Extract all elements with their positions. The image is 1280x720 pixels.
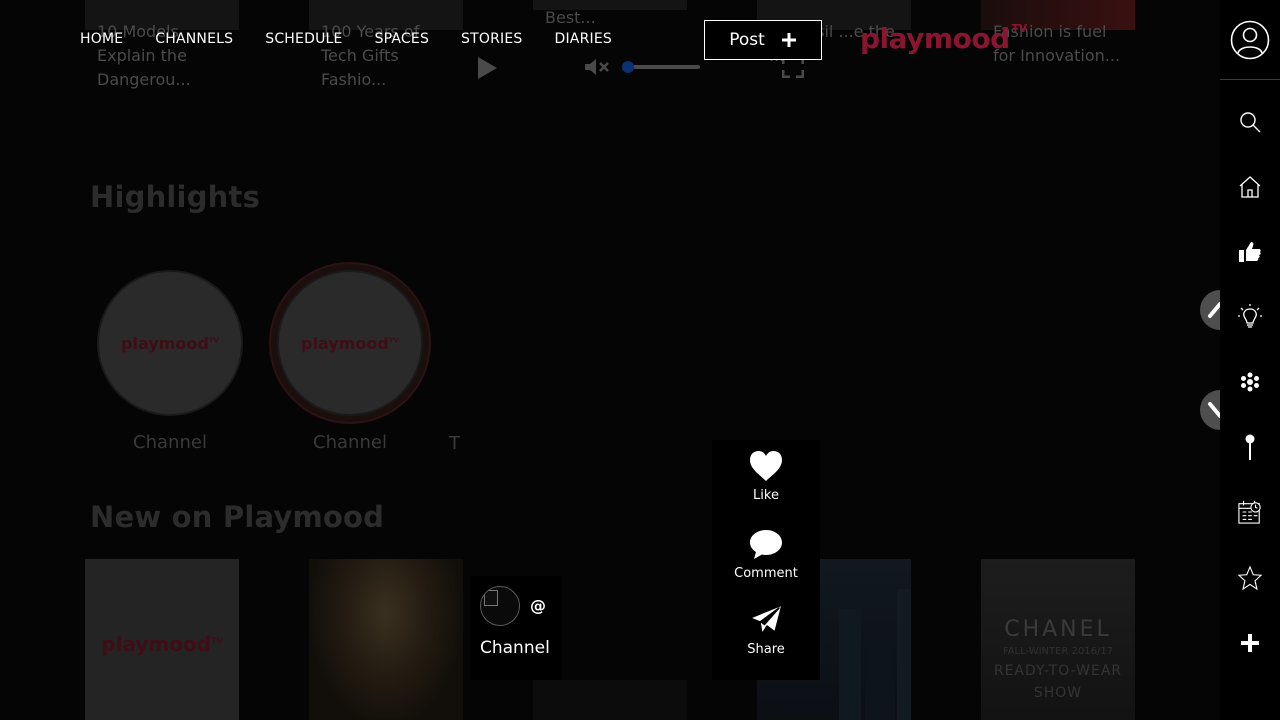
channel-name[interactable]: Channel [480,638,550,658]
tile-line-text: SHOW [1033,685,1083,701]
sidebar-divider [1220,79,1280,80]
highlight-avatar: playmoodTV [277,270,423,416]
plus-icon [781,33,796,47]
comment-button[interactable]: Comment [712,528,820,581]
highlights-heading: Highlights [90,180,261,214]
broken-image-icon [484,590,498,606]
video-tile[interactable]: playmoodTV [85,559,239,720]
background-page: 10 Models Explain the Dangerou... 100 Ye… [0,0,1220,720]
carousel-next-button[interactable] [1200,290,1220,330]
calendar-icon[interactable] [1238,500,1262,524]
star-icon[interactable] [1238,565,1262,591]
right-sidebar [1220,0,1280,720]
playmood-logo: playmoodTV [101,632,223,656]
thumbs-up-icon[interactable] [1238,240,1262,264]
mute-icon[interactable] [584,57,610,81]
highlight-label: Channel [133,432,207,453]
snowflake-icon[interactable] [1238,370,1262,394]
volume-slider-handle[interactable] [622,61,634,73]
pin-icon[interactable] [1238,434,1262,460]
video-title: Who is the Best... [545,0,630,27]
brand-logo[interactable]: playmood TV [860,22,1027,55]
video-tile[interactable] [533,680,687,720]
share-button[interactable]: Share [712,604,820,657]
share-label: Share [747,642,785,657]
video-actions-panel: Like Comment Share [712,440,820,680]
search-icon[interactable] [1238,110,1262,134]
channel-info: @ Channel [470,576,562,680]
video-tile[interactable]: CHANEL FALL-WINTER 2016/17 READY-TO-WEAR… [981,559,1135,720]
plus-icon[interactable] [1238,631,1262,655]
like-label: Like [753,488,779,503]
channel-handle[interactable]: @ [530,596,546,615]
video-tile[interactable] [309,559,463,720]
highlight-label: Channel [313,432,387,453]
user-avatar-icon[interactable] [1230,20,1270,60]
heart-icon [750,451,782,481]
nav-diaries[interactable]: DIARIES [555,31,612,47]
playmood-logo: playmoodTV [121,333,219,353]
channel-avatar[interactable] [480,586,520,626]
comment-icon [750,530,782,559]
paper-plane-icon [749,604,783,635]
post-button[interactable]: Post [704,20,822,60]
lightbulb-icon[interactable] [1238,304,1262,329]
comment-label: Comment [734,566,798,581]
tile-brand-text: CHANEL [1004,617,1112,642]
playmood-logo: playmoodTV [301,333,399,353]
highlight-label-truncated: T [449,433,460,454]
carousel-prev-button[interactable] [1200,390,1220,430]
nav-schedule[interactable]: SCHEDULE [265,31,342,47]
play-icon[interactable] [476,56,498,84]
nav-home[interactable]: HOME [80,31,123,47]
nav-spaces[interactable]: SPACES [375,31,429,47]
video-card[interactable]: Who is the Best... [533,0,687,30]
nav-stories[interactable]: STORIES [461,31,522,47]
new-on-playmood-heading: New on Playmood [90,500,385,534]
tile-line-text: READY-TO-WEAR [993,663,1123,679]
main-nav: HOME CHANNELS SCHEDULE SPACES STORIES DI… [80,31,644,47]
highlight-item[interactable]: playmoodTV Channel [97,270,243,453]
like-button[interactable]: Like [712,450,820,503]
volume-slider[interactable] [628,65,700,69]
highlight-avatar: playmoodTV [97,270,243,416]
nav-channels[interactable]: CHANNELS [155,31,233,47]
tile-sub-text: FALL-WINTER 2016/17 [1002,646,1114,657]
home-icon[interactable] [1238,175,1262,199]
post-button-label: Post [729,30,765,50]
highlight-item[interactable]: playmoodTV Channel [277,270,423,453]
